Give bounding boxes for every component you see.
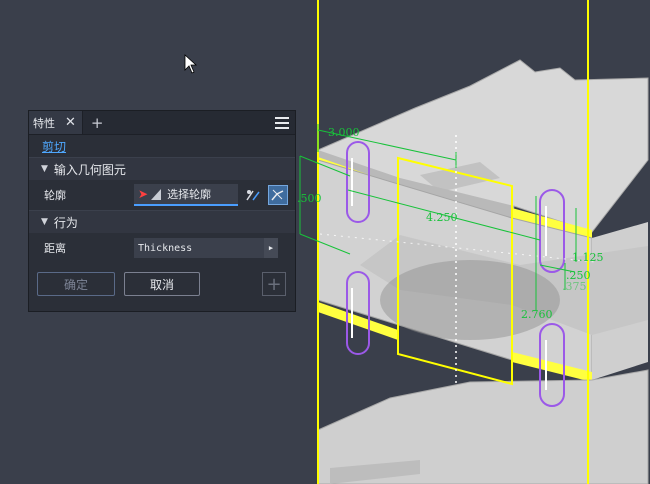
dimension-2760[interactable]: 2.760 [521, 308, 553, 321]
close-icon[interactable]: ✕ [65, 115, 76, 130]
tab-label: 特性 [33, 116, 55, 130]
mouse-cursor-icon [184, 54, 198, 74]
feature-name[interactable]: 剪切 [42, 138, 66, 155]
flip-direction-button[interactable] [244, 186, 262, 204]
cut-normal-button[interactable] [268, 185, 288, 205]
section-behavior[interactable]: ▼ 行为 [29, 210, 295, 233]
section-input-geometry[interactable]: ▼ 输入几何图元 [29, 157, 295, 180]
distance-label: 距离 [44, 242, 66, 255]
profile-label: 轮廓 [44, 189, 66, 202]
dimension-375[interactable]: .375 [562, 280, 587, 293]
distance-dropdown[interactable]: Thickness ▶ [134, 238, 278, 258]
dimension-500[interactable]: .500 [297, 192, 322, 205]
profile-row: 轮廓 ➤ 选择轮廓 [29, 180, 295, 210]
add-tab-icon[interactable]: + [91, 114, 104, 132]
shadow [380, 260, 560, 340]
distance-value: Thickness [138, 242, 193, 254]
select-cursor-icon: ➤ [138, 187, 149, 201]
panel-titlebar: 特性 ✕ + [29, 111, 295, 135]
collapse-arrow-icon[interactable]: ▼ [41, 164, 48, 174]
panel-buttons: 确定 取消 + [29, 263, 295, 296]
menu-icon[interactable] [275, 116, 289, 129]
distance-row: 距离 Thickness ▶ [29, 233, 295, 263]
apply-plus-button[interactable]: + [262, 272, 286, 296]
ok-button[interactable]: 确定 [37, 272, 115, 296]
dropdown-arrow-icon[interactable]: ▶ [264, 238, 278, 258]
dimension-4250[interactable]: 4.250 [426, 211, 458, 224]
dimension-3000[interactable]: 3.000 [328, 126, 360, 139]
flip-icon [246, 190, 260, 201]
dimension-1125[interactable]: 1.125 [572, 251, 604, 264]
cancel-button[interactable]: 取消 [124, 272, 200, 296]
feature-title: 剪切 [29, 135, 295, 157]
properties-panel[interactable]: 特性 ✕ + 剪切 ▼ 输入几何图元 轮廓 ➤ 选择轮廓 ▼ 行为 距离 Thi… [28, 110, 296, 312]
section-behavior-label: 行为 [53, 215, 78, 230]
profile-select-value: 选择轮廓 [167, 188, 212, 201]
tab-properties[interactable]: 特性 ✕ [29, 111, 83, 134]
cut-normal-icon [271, 189, 284, 201]
profile-icon [151, 188, 162, 200]
profile-select[interactable]: ➤ 选择轮廓 [134, 184, 238, 206]
section-input-geometry-label: 输入几何图元 [53, 162, 126, 177]
collapse-arrow-icon[interactable]: ▼ [41, 217, 48, 227]
